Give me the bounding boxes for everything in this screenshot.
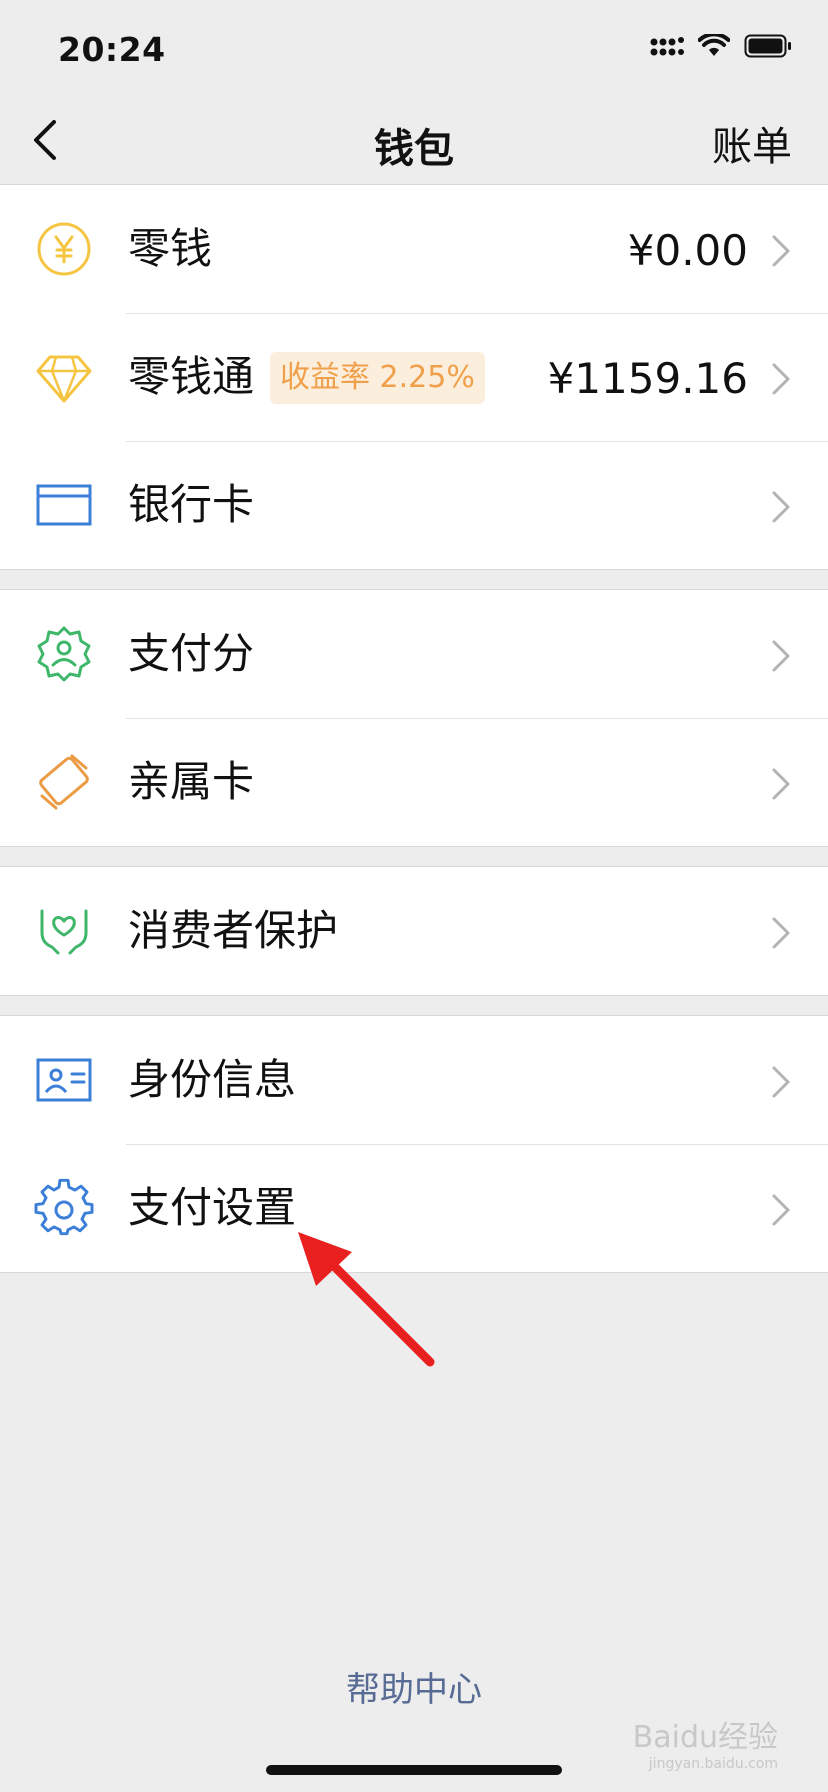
status-bar: 20:24 [0,0,828,96]
protection-group: 消费者保护 [0,866,828,996]
bank-card-icon [36,484,92,526]
home-indicator[interactable] [266,1765,562,1775]
list-item-label: 支付设置 [128,1183,297,1232]
wallet-funds-group: 零钱 ¥0.00 零钱通 收益率 2.25% ¥1159.16 银行卡 [0,184,828,570]
battery-icon [744,34,791,58]
balance-value: ¥0.00 [627,226,748,275]
navigation-bar: 钱包 账单 [0,96,828,185]
list-item-family-card[interactable]: 亲属卡 [0,718,828,846]
list-item-label: 银行卡 [128,480,255,529]
chevron-right-icon [772,640,790,672]
chevron-right-icon [772,491,790,523]
chevron-right-icon [772,235,790,267]
cellular-signal-icon [650,37,684,56]
list-item-bank-card[interactable]: 银行卡 [0,441,828,569]
family-card-icon [39,754,89,810]
status-icons [650,34,792,58]
id-card-icon [36,1058,92,1102]
help-center-link[interactable]: 帮助中心 [0,1662,828,1711]
list-item-pay-score[interactable]: 支付分 [0,590,828,718]
list-item-label: 身份信息 [128,1055,297,1104]
list-item-change-plus[interactable]: 零钱通 收益率 2.25% ¥1159.16 [0,313,828,441]
watermark-url: jingyan.baidu.com [648,1756,778,1772]
chevron-right-icon [772,1194,790,1226]
pay-score-icon [37,626,91,682]
credit-group: 支付分 亲属卡 [0,589,828,847]
chevron-right-icon [772,768,790,800]
yield-rate-badge: 收益率 2.25% [270,352,485,404]
list-item-consumer-protection[interactable]: 消费者保护 [0,867,828,995]
wifi-icon [698,34,730,56]
chevron-right-icon [772,363,790,395]
diamond-icon [36,355,92,403]
balance-value: ¥1159.16 [547,354,748,403]
annotation-arrow [298,1232,435,1367]
list-item-change[interactable]: 零钱 ¥0.00 [0,185,828,313]
gear-icon [34,1178,94,1236]
list-item-label: 零钱通 [128,352,255,401]
list-item-label: 支付分 [128,629,255,678]
list-item-label: 消费者保护 [128,906,339,955]
list-item-label: 零钱 [128,224,213,273]
chevron-right-icon [772,917,790,949]
protection-hands-icon [40,909,88,955]
list-item-identity-info[interactable]: 身份信息 [0,1016,828,1144]
status-time: 20:24 [58,30,166,69]
list-item-label: 亲属卡 [128,757,255,806]
page-title: 钱包 [374,126,454,172]
yuan-coin-icon [37,222,91,276]
watermark: Baidu经验 [632,1720,778,1755]
chevron-right-icon [772,1066,790,1098]
bill-button[interactable]: 账单 [712,114,792,172]
